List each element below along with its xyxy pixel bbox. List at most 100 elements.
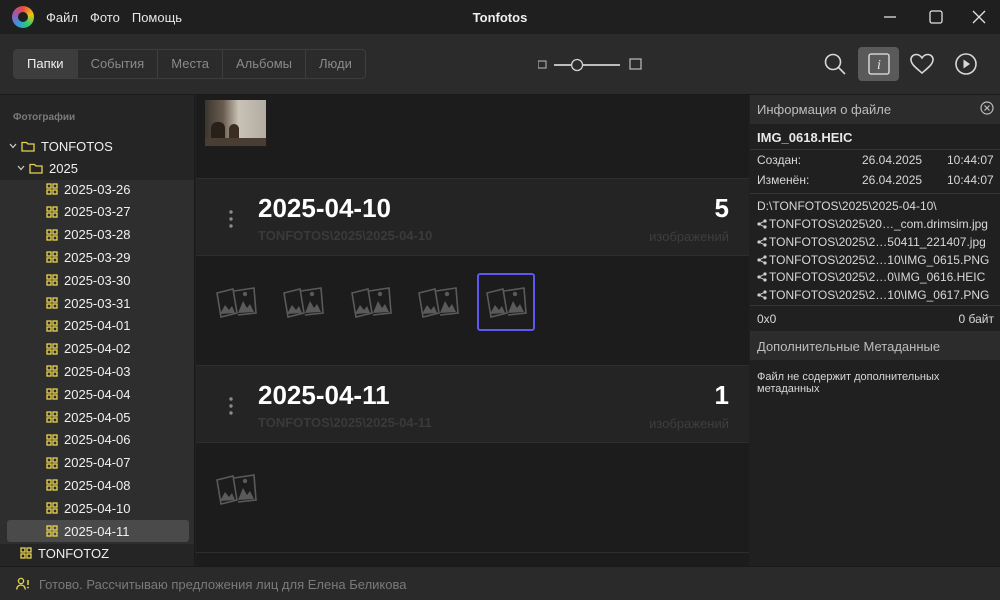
grid-icon (46, 456, 58, 469)
metadata-text-line1: Файл не содержит дополнительных (757, 371, 940, 383)
sidebar-date-folder[interactable]: 2025-03-30 (46, 269, 131, 291)
grid-icon (20, 547, 32, 559)
tab-folders[interactable]: Папки (14, 50, 78, 78)
modified-label: Изменён: (757, 173, 810, 187)
toolbar: Папки События Места Альбомы Люди i (0, 34, 1000, 95)
photo-thumbnail[interactable] (409, 273, 467, 331)
grid-icon (46, 525, 58, 537)
status-bar: Готово. Рассчитываю предложения лиц для … (0, 566, 1000, 600)
sidebar-date-label: 2025-03-26 (64, 181, 131, 197)
linked-file-path[interactable]: TONFOTOS\2025\2…10\IMG_0617.PNG (757, 288, 989, 302)
linked-file-path[interactable]: TONFOTOS\2025\2…0\IMG_0616.HEIC (757, 270, 985, 284)
tab-albums[interactable]: Альбомы (223, 50, 306, 78)
modified-date: 26.04.2025 (862, 173, 923, 187)
share-icon (757, 237, 767, 247)
group-divider (196, 552, 749, 553)
sidebar-date-folder[interactable]: 2025-03-27 (46, 201, 131, 223)
linked-file-label: TONFOTOS\2025\2…10\IMG_0615.PNG (769, 252, 990, 267)
folder-icon (21, 141, 35, 152)
tree-root-tonfotoz[interactable]: TONFOTOZ (20, 542, 109, 564)
share-icon (757, 290, 767, 300)
sidebar-date-label: 2025-04-10 (64, 500, 131, 516)
sidebar-date-folder[interactable]: 2025-04-02 (46, 338, 131, 360)
sidebar-date-folder[interactable]: 2025-04-07 (46, 452, 131, 474)
thumbnail-size-slider[interactable] (537, 57, 642, 73)
grid-icon (46, 297, 58, 309)
sidebar-date-folder[interactable]: 2025-03-26 (46, 178, 131, 200)
tree-year-2025[interactable]: 2025 (17, 157, 78, 179)
sidebar-date-folder[interactable]: 2025-04-06 (46, 429, 131, 451)
group-count-unit: изображений (649, 416, 729, 431)
slideshow-button[interactable] (946, 47, 986, 81)
more-vertical-icon[interactable] (226, 396, 236, 416)
metadata-header-label: Дополнительные Метаданные (757, 339, 941, 354)
status-text: Готово. Рассчитываю предложения лиц для … (39, 577, 407, 592)
folder-path: D:\TONFOTOS\2025\2025-04-10\ (757, 199, 937, 213)
minimize-button[interactable] (867, 0, 913, 34)
favorites-button[interactable] (902, 47, 942, 81)
zoom-slider-graphic (537, 58, 642, 72)
folder-sidebar: Фотографии TONFOTOS 2025 2025-03-26 2025-… (0, 95, 195, 566)
close-panel-icon[interactable] (980, 101, 994, 115)
sidebar-date-folder[interactable]: 2025-04-01 (46, 315, 131, 337)
close-button[interactable] (956, 0, 1000, 34)
group-title: 2025-04-10 (258, 193, 391, 223)
file-name: IMG_0618.HEIC (757, 130, 853, 145)
sidebar-date-folder[interactable]: 2025-04-03 (46, 360, 131, 382)
created-label: Создан: (757, 153, 802, 167)
divider (750, 149, 1000, 150)
sidebar-date-label: 2025-04-01 (64, 318, 131, 334)
tree-root-tonfotos[interactable]: TONFOTOS (9, 135, 113, 157)
sidebar-date-folder[interactable]: 2025-04-10 (46, 497, 131, 519)
photo-thumbnail[interactable] (342, 273, 400, 331)
chevron-down-icon (17, 165, 25, 171)
photo-thumbnail[interactable] (207, 460, 265, 518)
sidebar-date-folder[interactable]: 2025-04-11 (7, 520, 189, 542)
photo-thumbnail[interactable] (476, 273, 535, 331)
grid-icon (46, 502, 58, 514)
maximize-button[interactable] (913, 0, 959, 34)
group-path: TONFOTOS\2025\2025-04-11 (258, 415, 432, 430)
sidebar-date-label: 2025-04-11 (64, 523, 130, 539)
tab-places[interactable]: Места (158, 50, 223, 78)
info-panel-header: Информация о файле (750, 95, 1000, 124)
title-bar: Файл Фото Помощь Tonfotos (0, 0, 1000, 34)
linked-file-label: TONFOTOS\2025\2…10\IMG_0617.PNG (769, 288, 990, 303)
image-placeholder-icon (418, 287, 460, 318)
sidebar-date-folder[interactable]: 2025-04-05 (46, 406, 131, 428)
linked-file-path[interactable]: TONFOTOS\2025\20…_com.drimsim.jpg (757, 217, 988, 231)
folder-icon (29, 163, 43, 174)
image-placeholder-icon (350, 287, 392, 318)
hex-value: 0x0 (757, 312, 777, 326)
photo-thumbnail-preview[interactable] (205, 100, 266, 146)
group-count-unit: изображений (649, 229, 729, 244)
linked-file-path[interactable]: TONFOTOS\2025\2…50411_221407.jpg (757, 235, 986, 249)
share-icon (757, 272, 767, 282)
sidebar-date-folder[interactable]: 2025-03-31 (46, 292, 131, 314)
info-button[interactable]: i (858, 47, 899, 81)
file-size: 0 байт (958, 312, 994, 326)
sidebar-date-label: 2025-03-30 (64, 272, 131, 288)
sidebar-date-folder[interactable]: 2025-03-29 (46, 246, 131, 268)
photo-thumbnail[interactable] (207, 273, 265, 331)
more-vertical-icon[interactable] (226, 209, 236, 229)
chevron-down-icon (9, 143, 17, 149)
grid-icon (46, 479, 58, 492)
sidebar-date-label: 2025-04-05 (64, 409, 131, 425)
svg-text:i: i (877, 58, 881, 73)
search-button[interactable] (815, 47, 855, 81)
photo-thumbnail[interactable] (274, 273, 332, 331)
close-icon (972, 10, 986, 24)
view-tabs: Папки События Места Альбомы Люди (13, 49, 366, 79)
metadata-text-line2: метаданных (757, 383, 820, 395)
sidebar-date-folder[interactable]: 2025-04-04 (46, 383, 131, 405)
tab-events[interactable]: События (78, 50, 159, 78)
sidebar-date-folder[interactable]: 2025-03-28 (46, 224, 131, 246)
group-header: 2025-04-10 TONFOTOS\2025\2025-04-10 5 из… (196, 178, 749, 256)
linked-file-path[interactable]: TONFOTOS\2025\2…10\IMG_0615.PNG (757, 253, 989, 267)
tab-people[interactable]: Люди (306, 50, 365, 78)
group-count: 5 (714, 193, 729, 223)
sidebar-date-folder[interactable]: 2025-04-08 (46, 474, 131, 496)
group-path: TONFOTOS\2025\2025-04-10 (258, 228, 433, 243)
search-icon (824, 53, 846, 75)
